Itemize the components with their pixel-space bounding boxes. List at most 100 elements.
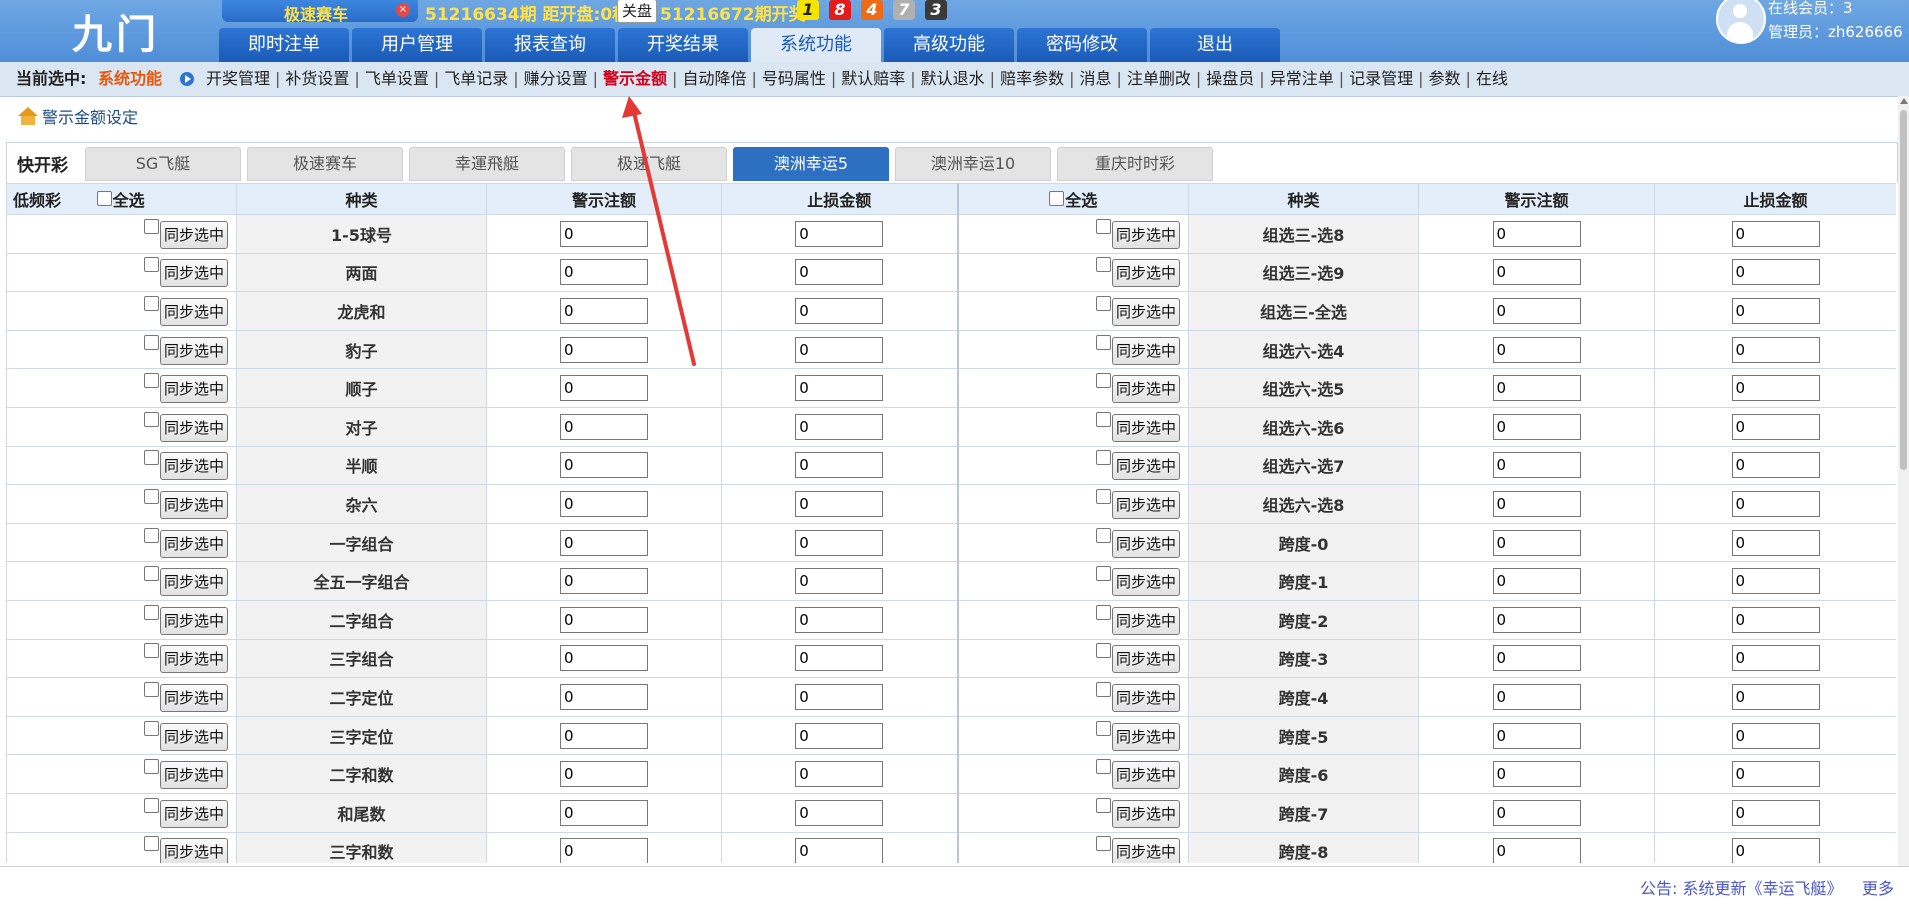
submenu-item[interactable]: 注单删改 xyxy=(1127,62,1191,96)
stop-loss-input[interactable] xyxy=(795,838,884,863)
stop-loss-input[interactable] xyxy=(795,645,884,672)
stop-loss-input[interactable] xyxy=(1731,297,1820,324)
row-checkbox[interactable] xyxy=(1095,373,1111,389)
warning-amount-input[interactable] xyxy=(1492,413,1581,440)
warning-amount-input[interactable] xyxy=(1492,529,1581,556)
stop-loss-input[interactable] xyxy=(795,336,884,363)
header-select-all-right[interactable]: 全选 xyxy=(956,183,1189,215)
nav-tab-4[interactable]: 系统功能 xyxy=(751,28,881,62)
warning-amount-input[interactable] xyxy=(560,259,648,286)
sync-selected-button[interactable]: 同步选中 xyxy=(159,452,228,481)
submenu-item[interactable]: 操盘员 xyxy=(1206,62,1254,96)
warning-amount-input[interactable] xyxy=(1492,838,1581,863)
stop-loss-input[interactable] xyxy=(1731,645,1820,672)
sync-selected-button[interactable]: 同步选中 xyxy=(1111,722,1180,751)
sync-selected-button[interactable]: 同步选中 xyxy=(159,529,228,558)
row-checkbox[interactable] xyxy=(1095,411,1111,427)
submenu-item[interactable]: 飞单设置 xyxy=(365,62,429,96)
more-link[interactable]: 更多 xyxy=(1862,875,1894,899)
row-checkbox[interactable] xyxy=(143,643,159,659)
stop-loss-input[interactable] xyxy=(795,529,884,556)
sync-selected-button[interactable]: 同步选中 xyxy=(1111,220,1180,249)
nav-tab-6[interactable]: 密码修改 xyxy=(1017,28,1147,62)
warning-amount-input[interactable] xyxy=(1492,297,1581,324)
sync-selected-button[interactable]: 同步选中 xyxy=(1111,336,1180,365)
page-scrollbar[interactable] xyxy=(1898,96,1909,866)
warning-amount-input[interactable] xyxy=(1492,645,1581,672)
submenu-item[interactable]: 开奖管理 xyxy=(206,62,270,96)
warning-amount-input[interactable] xyxy=(560,761,648,788)
warning-amount-input[interactable] xyxy=(560,220,648,247)
stop-loss-input[interactable] xyxy=(795,297,884,324)
row-checkbox[interactable] xyxy=(143,681,159,697)
row-checkbox[interactable] xyxy=(143,257,159,273)
lottery-tab[interactable]: 重庆时时彩 xyxy=(1057,147,1213,181)
stop-loss-input[interactable] xyxy=(795,375,884,402)
submenu-item[interactable]: 异常注单 xyxy=(1270,62,1334,96)
warning-amount-input[interactable] xyxy=(560,683,648,710)
sync-selected-button[interactable]: 同步选中 xyxy=(159,683,228,712)
sync-selected-button[interactable]: 同步选中 xyxy=(159,297,228,326)
warning-amount-input[interactable] xyxy=(1492,259,1581,286)
warning-amount-input[interactable] xyxy=(560,568,648,595)
row-checkbox[interactable] xyxy=(143,411,159,427)
warning-amount-input[interactable] xyxy=(560,375,648,402)
lottery-tab[interactable]: 澳洲幸运5 xyxy=(733,147,889,181)
warning-amount-input[interactable] xyxy=(560,297,648,324)
stop-loss-input[interactable] xyxy=(795,722,884,749)
stop-loss-input[interactable] xyxy=(1731,259,1820,286)
stop-loss-input[interactable] xyxy=(1731,683,1820,710)
scroll-up-icon[interactable] xyxy=(1900,98,1908,104)
row-checkbox[interactable] xyxy=(143,218,159,234)
stop-loss-input[interactable] xyxy=(1731,529,1820,556)
notice-text[interactable]: 公告: 系统更新《幸运飞艇》 xyxy=(1640,875,1842,899)
row-checkbox[interactable] xyxy=(143,373,159,389)
row-checkbox[interactable] xyxy=(1095,527,1111,543)
nav-tab-3[interactable]: 开奖结果 xyxy=(618,28,748,62)
submenu-item[interactable]: 参数 xyxy=(1429,62,1461,96)
row-checkbox[interactable] xyxy=(1095,720,1111,736)
row-checkbox[interactable] xyxy=(1095,643,1111,659)
lottery-tab[interactable]: SG飞艇 xyxy=(85,147,241,181)
game-selector[interactable]: 极速赛车 × xyxy=(222,0,418,24)
scroll-thumb[interactable] xyxy=(1900,110,1907,470)
close-game-icon[interactable]: × xyxy=(396,3,410,17)
submenu-item[interactable]: 消息 xyxy=(1079,62,1111,96)
warning-amount-input[interactable] xyxy=(560,529,648,556)
home-icon[interactable] xyxy=(18,107,38,125)
lottery-tab[interactable]: 澳洲幸运10 xyxy=(895,147,1051,181)
warning-amount-input[interactable] xyxy=(1492,799,1581,826)
row-checkbox[interactable] xyxy=(1095,604,1111,620)
stop-loss-input[interactable] xyxy=(795,452,884,479)
stop-loss-input[interactable] xyxy=(1731,490,1820,517)
submenu-item[interactable]: 自动降倍 xyxy=(682,62,746,96)
sync-selected-button[interactable]: 同步选中 xyxy=(1111,799,1180,828)
stop-loss-input[interactable] xyxy=(795,490,884,517)
submenu-item[interactable]: 警示金额 xyxy=(603,62,667,96)
warning-amount-input[interactable] xyxy=(560,452,648,479)
sync-selected-button[interactable]: 同步选中 xyxy=(1111,683,1180,712)
stop-loss-input[interactable] xyxy=(1731,606,1820,633)
stop-loss-input[interactable] xyxy=(795,220,884,247)
select-all-checkbox[interactable] xyxy=(96,191,112,206)
row-checkbox[interactable] xyxy=(143,566,159,582)
row-checkbox[interactable] xyxy=(1095,836,1111,852)
stop-loss-input[interactable] xyxy=(1731,220,1820,247)
select-all-left[interactable]: 全选 xyxy=(96,191,145,210)
warning-amount-input[interactable] xyxy=(1492,336,1581,363)
stop-loss-input[interactable] xyxy=(1731,568,1820,595)
sync-selected-button[interactable]: 同步选中 xyxy=(1111,645,1180,674)
sync-selected-button[interactable]: 同步选中 xyxy=(1111,413,1180,442)
warning-amount-input[interactable] xyxy=(1492,606,1581,633)
lottery-tab[interactable]: 幸運飛艇 xyxy=(409,147,565,181)
submenu-item[interactable]: 默认退水 xyxy=(921,62,985,96)
warning-amount-input[interactable] xyxy=(1492,375,1581,402)
close-market-button[interactable]: 关盘 xyxy=(617,0,658,23)
stop-loss-input[interactable] xyxy=(795,799,884,826)
sync-selected-button[interactable]: 同步选中 xyxy=(1111,452,1180,481)
row-checkbox[interactable] xyxy=(143,334,159,350)
stop-loss-input[interactable] xyxy=(795,683,884,710)
sync-selected-button[interactable]: 同步选中 xyxy=(1111,490,1180,519)
submenu-item[interactable]: 赔率参数 xyxy=(1000,62,1064,96)
select-all-checkbox[interactable] xyxy=(1049,191,1065,206)
